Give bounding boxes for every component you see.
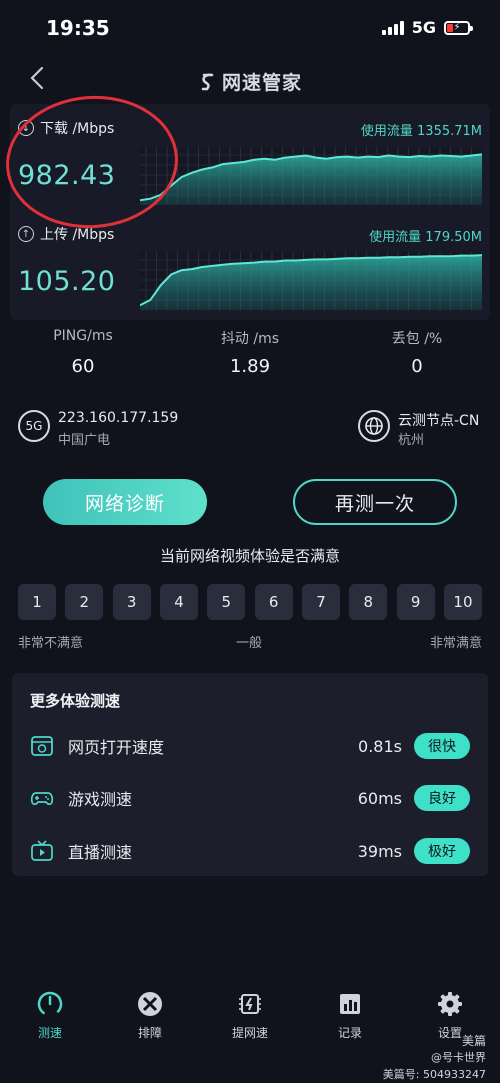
gear-icon xyxy=(438,992,462,1016)
nav-records[interactable]: 记录 xyxy=(300,990,400,1050)
jitter-value: 1.89 xyxy=(229,356,271,377)
download-usage: 使用流量 1355.71M xyxy=(360,124,482,139)
rating-button-10[interactable]: 10 xyxy=(443,584,482,620)
upload-speed: 105.20 xyxy=(18,266,116,297)
packet-loss-value: 0 xyxy=(411,356,423,377)
jitter-label: 抖动 /ms xyxy=(220,331,280,347)
rating-mid-label: 一般 xyxy=(236,636,263,651)
nav-label: 提网速 xyxy=(231,1026,268,1040)
packet-loss-label: 丢包 /% xyxy=(391,331,443,347)
rating-button-4[interactable]: 4 xyxy=(159,584,198,620)
test-row-live[interactable]: 直播测速 39ms 极好 xyxy=(30,835,470,867)
globe-icon xyxy=(358,410,390,442)
status-indicators: 5G ⚡ xyxy=(381,18,473,37)
carrier-name: 中国广电 xyxy=(58,433,111,448)
upload-graph xyxy=(140,252,482,310)
signal-icon xyxy=(381,20,404,35)
rating-button-3[interactable]: 3 xyxy=(112,584,151,620)
ip-address: 223.160.177.159 xyxy=(58,410,179,426)
rating-high-label: 非常满意 xyxy=(429,636,482,651)
rating-button-7[interactable]: 7 xyxy=(301,584,340,620)
more-tests-title: 更多体验测速 xyxy=(30,692,121,710)
test-name: 网页打开速度 xyxy=(68,738,165,757)
rating-button-9[interactable]: 9 xyxy=(396,584,435,620)
test-name: 直播测速 xyxy=(68,843,133,862)
test-badge: 良好 xyxy=(414,785,470,811)
test-row-game[interactable]: 游戏测速 60ms 良好 xyxy=(30,782,470,814)
nav-label: 记录 xyxy=(337,1026,362,1040)
nav-boost[interactable]: 提网速 xyxy=(200,990,300,1050)
gamepad-icon xyxy=(30,792,54,806)
ping-value: 60 xyxy=(71,356,95,377)
test-value: 60ms xyxy=(357,788,402,808)
test-name: 游戏测速 xyxy=(68,790,133,809)
bottom-nav: 测速 排障 提网速 记录 设置 xyxy=(0,990,500,1050)
test-value: 39ms xyxy=(357,841,402,861)
diagnose-button[interactable]: 网络诊断 xyxy=(43,479,207,525)
bar-chart-icon xyxy=(340,994,360,1014)
nav-speedtest[interactable]: 测速 xyxy=(0,990,100,1050)
5g-badge-icon: 5G xyxy=(18,410,50,442)
nav-label: 排障 xyxy=(137,1026,162,1040)
network-type: 5G xyxy=(411,18,436,37)
test-node-city: 杭州 xyxy=(398,433,425,448)
watermark-brand: 美篇 xyxy=(461,1034,486,1048)
download-graph xyxy=(140,147,482,205)
test-badge: 极好 xyxy=(414,838,470,864)
battery-icon: ⚡ xyxy=(444,20,473,35)
retest-button[interactable]: 再测一次 xyxy=(293,479,457,525)
app-title-text: 网速管家 xyxy=(221,72,302,94)
rating-low-label: 非常不满意 xyxy=(18,636,84,651)
rating-button-1[interactable]: 1 xyxy=(18,584,56,620)
ping-label: PING/ms xyxy=(53,328,113,344)
status-time: 19:35 xyxy=(46,16,110,40)
test-node-name: 云测节点-CN xyxy=(398,413,480,429)
test-value: 0.81s xyxy=(358,736,402,756)
webpage-icon xyxy=(31,736,53,756)
gauge-icon xyxy=(37,991,63,1017)
rating-button-5[interactable]: 5 xyxy=(207,584,246,620)
watermark-id: 美篇号: 504933247 xyxy=(382,1068,486,1081)
app-title: 网速管家 xyxy=(0,68,500,95)
chip-icon xyxy=(239,994,261,1014)
rating-question: 当前网络视频体验是否满意 xyxy=(159,547,340,565)
rating-button-8[interactable]: 8 xyxy=(349,584,388,620)
speed-area xyxy=(140,255,482,310)
nav-label: 测速 xyxy=(37,1026,62,1040)
test-badge: 很快 xyxy=(414,733,470,759)
watermark-handle: @号卡世界 xyxy=(431,1051,486,1064)
nav-troubleshoot[interactable]: 排障 xyxy=(100,990,200,1050)
app-logo-icon xyxy=(201,73,214,91)
rating-scale: 1 2 3 4 5 6 7 8 9 10 xyxy=(18,584,482,620)
test-row-webpage[interactable]: 网页打开速度 0.81s 很快 xyxy=(30,730,470,762)
upload-icon: ↑ xyxy=(18,226,34,242)
speed-area xyxy=(140,154,482,205)
rating-button-6[interactable]: 6 xyxy=(254,584,293,620)
rating-button-2[interactable]: 2 xyxy=(65,584,104,620)
nav-label: 设置 xyxy=(437,1026,462,1040)
upload-usage: 使用流量 179.50M xyxy=(369,230,482,245)
tools-icon xyxy=(138,992,162,1016)
tv-icon xyxy=(31,840,53,861)
